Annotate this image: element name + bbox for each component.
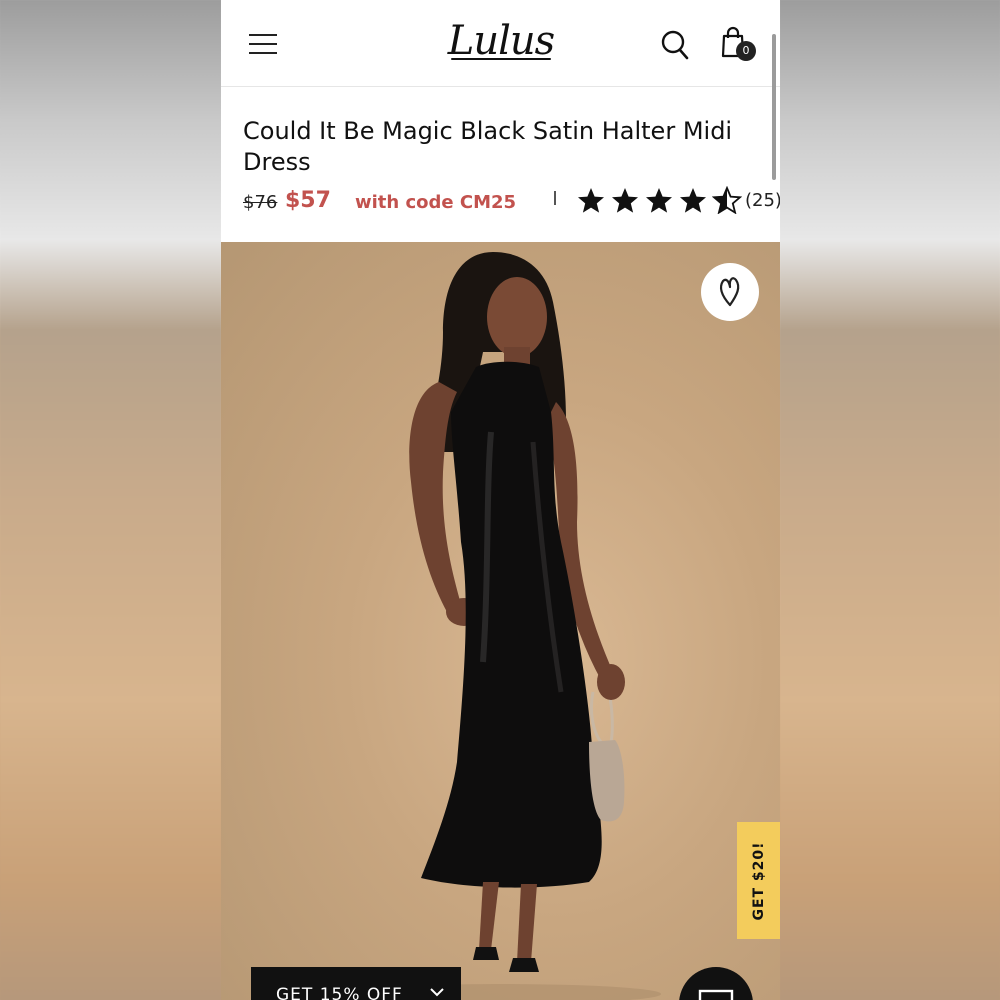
review-count[interactable]: (25) — [745, 190, 780, 211]
star-icon — [712, 186, 742, 214]
promo-code-text: with code CM25 — [355, 192, 517, 213]
favorite-button[interactable] — [701, 263, 759, 321]
model-figure — [341, 252, 661, 1000]
star-icon — [646, 188, 672, 213]
heart-icon — [719, 277, 740, 307]
chat-button[interactable] — [679, 967, 753, 1000]
star-icon — [612, 188, 638, 213]
background-left — [0, 0, 221, 1000]
background-right — [780, 0, 1000, 1000]
price-row: $76 $57 with code CM25 (25) — [243, 186, 780, 220]
chevron-down-icon[interactable] — [429, 987, 445, 999]
mobile-page: Lulus 0 Could It Be Magic Black Satin Ha… — [221, 0, 780, 1000]
offer-bar-label: GET 15% OFF — [276, 985, 403, 1000]
promo-tab-label: GET $20! — [750, 840, 767, 921]
original-price: $76 — [243, 192, 278, 213]
rating-stars[interactable] — [576, 186, 742, 214]
star-icon — [680, 188, 706, 213]
star-icon — [578, 188, 604, 213]
search-icon[interactable] — [661, 30, 689, 60]
scrollbar[interactable] — [772, 34, 776, 180]
get-20-promo-tab[interactable]: GET $20! — [737, 822, 780, 939]
chat-icon — [698, 989, 734, 1000]
sale-price: $57 — [285, 188, 331, 213]
product-photo[interactable]: GET $20! GET 15% OFF — [221, 242, 780, 1000]
divider — [554, 191, 556, 205]
site-header: Lulus 0 — [221, 0, 780, 87]
cart-count-badge: 0 — [736, 41, 756, 61]
logo-underline — [451, 58, 551, 60]
discount-offer-bar[interactable]: GET 15% OFF — [251, 967, 461, 1000]
product-title: Could It Be Magic Black Satin Halter Mid… — [243, 117, 733, 176]
menu-icon[interactable] — [249, 33, 277, 55]
